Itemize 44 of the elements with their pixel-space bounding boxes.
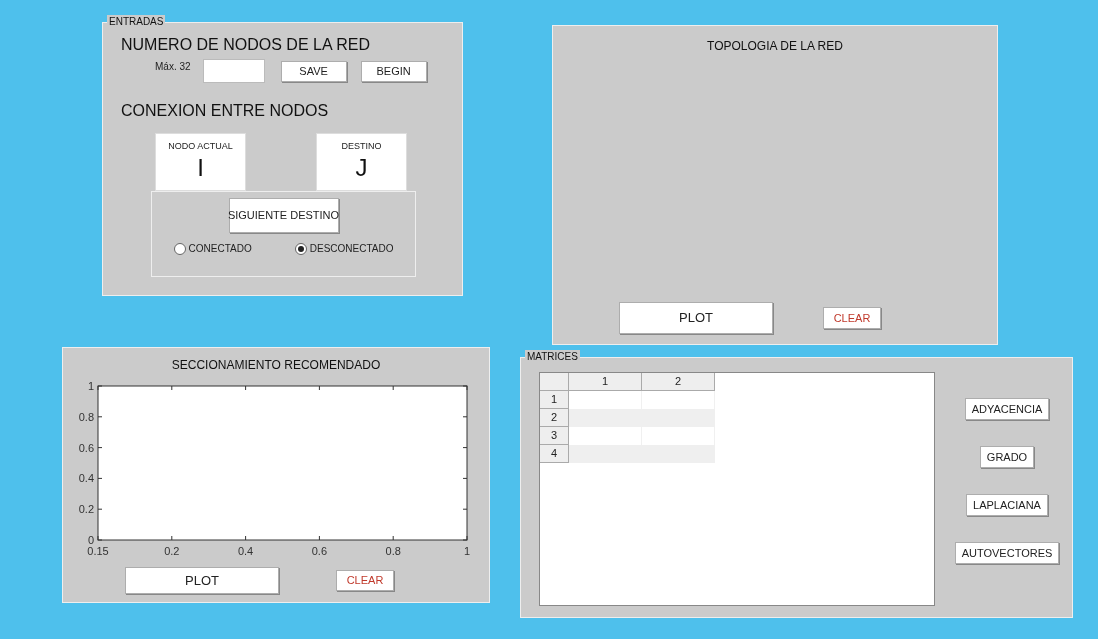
y-tick-label: 0.2 — [78, 503, 94, 516]
matrix-button[interactable]: AUTOVECTORES — [954, 542, 1060, 564]
display-label: NODO ACTUAL — [168, 140, 233, 153]
column-header: 2 — [642, 373, 715, 391]
section-heading: CONEXION ENTRE NODOS — [121, 101, 330, 121]
y-tick-label: 0 — [87, 534, 94, 546]
table-cell[interactable] — [569, 409, 642, 427]
y-tick-label: 0.6 — [78, 441, 94, 454]
radio-option[interactable]: DESCONECTADO — [294, 241, 394, 256]
begin-button[interactable]: BEGIN — [360, 60, 427, 82]
clear-button[interactable]: CLEAR — [823, 307, 881, 329]
display-value: J — [355, 153, 368, 182]
row-header: 1 — [540, 391, 569, 409]
row-header: 2 — [540, 409, 569, 427]
max-label: Máx. 32 — [155, 60, 191, 74]
matrix-button[interactable]: GRADO — [979, 446, 1035, 468]
radio-option[interactable]: CONECTADO — [173, 241, 252, 256]
next-destination-button[interactable]: SIGUIENTE DESTINO — [228, 198, 339, 233]
matrix-button[interactable]: LAPLACIANA — [966, 494, 1048, 516]
row-header: 3 — [540, 427, 569, 445]
display-label: DESTINO — [341, 140, 382, 153]
y-tick-label: 0.8 — [78, 410, 94, 423]
x-tick-label: 0.15 — [87, 545, 109, 557]
x-tick-label: 0.4 — [237, 545, 254, 557]
clear-button[interactable]: CLEAR — [336, 570, 394, 591]
row-header: 4 — [540, 445, 569, 463]
x-tick-label: 0.2 — [164, 545, 180, 557]
plot-button[interactable]: PLOT — [619, 302, 773, 334]
matrix-button[interactable]: ADYACENCIA — [964, 398, 1050, 420]
y-tick-label: 0.4 — [78, 472, 94, 485]
panel-title: TOPOLOGIA DE LA RED — [707, 38, 843, 55]
x-tick-label: 0.6 — [311, 545, 328, 557]
table-cell[interactable] — [569, 445, 642, 463]
save-button[interactable]: SAVE — [280, 60, 347, 82]
plot-button[interactable]: PLOT — [125, 567, 279, 594]
x-tick-label: 1 — [463, 545, 471, 557]
display-value: I — [197, 153, 204, 182]
table-corner — [540, 373, 569, 391]
column-header: 1 — [569, 373, 642, 391]
y-tick-label: 1 — [87, 380, 94, 392]
node-count-field[interactable] — [202, 59, 265, 83]
chart-title: SECCIONAMIENTO RECOMENDADO — [171, 357, 381, 374]
section-heading: NUMERO DE NODOS DE LA RED — [121, 35, 371, 55]
x-tick-label: 0.8 — [385, 545, 401, 557]
